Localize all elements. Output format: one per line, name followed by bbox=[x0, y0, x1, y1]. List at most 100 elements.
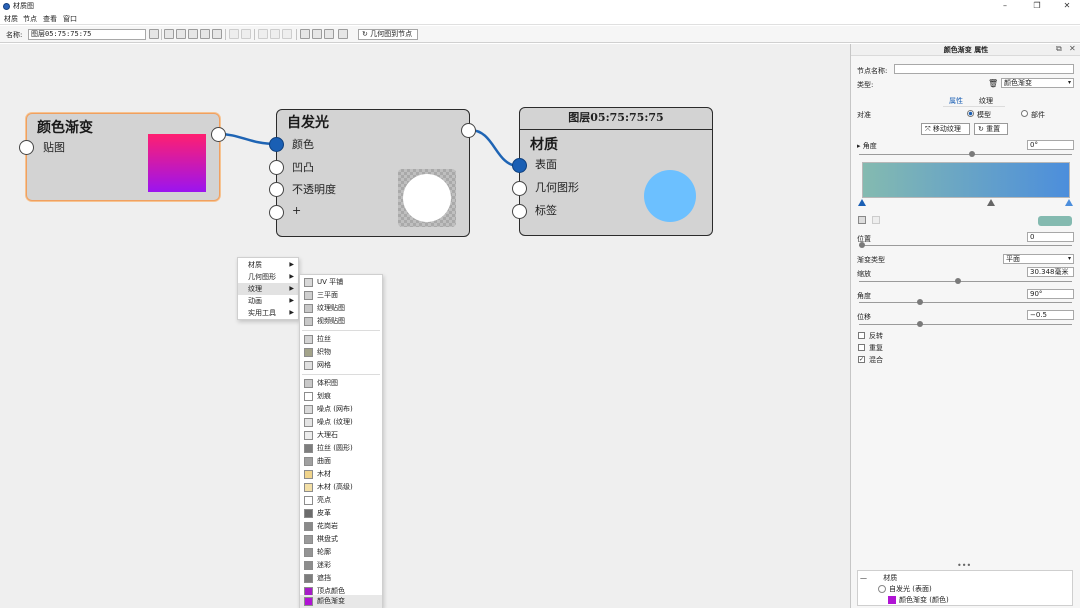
reset-button[interactable]: ↻ 重置 bbox=[974, 123, 1008, 135]
minimize-button[interactable]: – bbox=[990, 0, 1020, 13]
submenu-item[interactable]: 大理石 bbox=[300, 429, 382, 442]
frame-icon[interactable] bbox=[324, 29, 334, 39]
delete-icon[interactable]: 🗑 bbox=[988, 79, 998, 88]
submenu-item[interactable]: 网格 bbox=[300, 359, 382, 372]
menu-window[interactable]: 窗口 bbox=[63, 14, 77, 24]
ctx-item-material[interactable]: 材质 ▶ bbox=[238, 259, 298, 271]
slider-knob[interactable] bbox=[955, 278, 961, 284]
submenu-item[interactable]: 纹理贴图 bbox=[300, 302, 382, 315]
align-icon[interactable] bbox=[200, 29, 210, 39]
submenu-item[interactable]: 拉丝 (圆形) bbox=[300, 442, 382, 455]
close-panel-icon[interactable]: ✕ bbox=[1069, 44, 1076, 53]
input-port-geometry[interactable] bbox=[512, 181, 527, 196]
input-port-surface[interactable] bbox=[512, 158, 527, 173]
ctx-item-geometry[interactable]: 几何图形 ▶ bbox=[238, 271, 298, 283]
ctx-item-texture[interactable]: 纹理 ▶ bbox=[238, 283, 298, 295]
output-port[interactable] bbox=[461, 123, 476, 138]
slider-knob[interactable] bbox=[969, 151, 975, 157]
submenu-item[interactable]: 噪点 (纹理) bbox=[300, 416, 382, 429]
input-port-opacity[interactable] bbox=[269, 182, 284, 197]
layout-icon[interactable] bbox=[300, 29, 310, 39]
angle2-slider[interactable] bbox=[859, 299, 1072, 305]
submenu-item[interactable]: 划痕 bbox=[300, 390, 382, 403]
paste-icon[interactable] bbox=[241, 29, 251, 39]
type-select[interactable]: 颜色渐变 ▾ bbox=[1001, 78, 1074, 88]
gradient-stop-start[interactable] bbox=[858, 199, 866, 206]
angle-input[interactable]: 0° bbox=[1027, 140, 1074, 150]
connect-icon[interactable] bbox=[338, 29, 348, 39]
tree-row-gradient[interactable]: 颜色渐变 (颜色) bbox=[888, 595, 949, 605]
submenu-item-color-gradient[interactable]: 颜色渐变 bbox=[300, 595, 382, 608]
input-port-color[interactable] bbox=[269, 137, 284, 152]
move-texture-button[interactable]: ⤧ 移动纹理 bbox=[921, 123, 970, 135]
submenu-item[interactable]: 体积图 bbox=[300, 377, 382, 390]
sphere-preview-icon[interactable] bbox=[164, 29, 174, 39]
duplicate-icon[interactable] bbox=[282, 29, 292, 39]
offset-slider[interactable] bbox=[859, 321, 1072, 327]
submenu-item[interactable]: UV 平铺 bbox=[300, 276, 382, 289]
fit-icon[interactable] bbox=[312, 29, 322, 39]
mapping-radio-part[interactable] bbox=[1021, 110, 1028, 117]
tree-row-emission[interactable]: 自发光 (表面) bbox=[878, 584, 932, 594]
angle2-input[interactable]: 90° bbox=[1027, 289, 1074, 299]
remove-stop-icon[interactable] bbox=[872, 216, 880, 224]
slider-knob[interactable] bbox=[917, 321, 923, 327]
input-port-texture[interactable] bbox=[19, 140, 34, 155]
maximize-button[interactable]: ❐ bbox=[1022, 0, 1052, 13]
gradient-stop-end[interactable] bbox=[1065, 199, 1073, 206]
submenu-item[interactable]: 木材 bbox=[300, 468, 382, 481]
lock-icon[interactable] bbox=[212, 29, 222, 39]
submenu-item[interactable]: 木材 (高级) bbox=[300, 481, 382, 494]
submenu-item[interactable]: 曲面 bbox=[300, 455, 382, 468]
slider-knob[interactable] bbox=[917, 299, 923, 305]
tree-row-material[interactable]: — 材质 bbox=[860, 573, 897, 583]
input-port-bump[interactable] bbox=[269, 160, 284, 175]
gradient-midpoint-handle[interactable] bbox=[987, 199, 995, 206]
submenu-item[interactable]: 亮点 bbox=[300, 494, 382, 507]
menu-material[interactable]: 材质 bbox=[4, 14, 18, 24]
copy-icon[interactable] bbox=[229, 29, 239, 39]
tab-texture[interactable]: 纹理 bbox=[979, 96, 993, 106]
submenu-item[interactable]: 视频贴图 bbox=[300, 315, 382, 328]
node-canvas[interactable]: 颜色渐变 贴图 自发光 颜色 凹凸 不透明度 + 图层05:75:75:75 材… bbox=[0, 44, 850, 608]
mapping-radio-model[interactable] bbox=[967, 110, 974, 117]
name-input[interactable]: 图层05:75:75:75 bbox=[28, 29, 146, 40]
node-name-input[interactable] bbox=[894, 64, 1074, 74]
output-port[interactable] bbox=[211, 127, 226, 142]
node-color-gradient[interactable]: 颜色渐变 贴图 bbox=[19, 113, 226, 201]
input-port-add[interactable] bbox=[269, 205, 284, 220]
repeat-checkbox[interactable] bbox=[858, 344, 865, 351]
ctx-item-utilities[interactable]: 实用工具 ▶ bbox=[238, 307, 298, 319]
submenu-item[interactable]: 噪点 (网布) bbox=[300, 403, 382, 416]
submenu-item[interactable]: 织物 bbox=[300, 346, 382, 359]
plane-preview-icon[interactable] bbox=[176, 29, 186, 39]
submenu-item[interactable]: 遮挡 bbox=[300, 572, 382, 585]
gradient-type-select[interactable]: 平面 ▾ bbox=[1003, 254, 1074, 264]
submenu-item[interactable]: 迷彩 bbox=[300, 559, 382, 572]
save-icon[interactable] bbox=[149, 29, 159, 39]
submenu-item[interactable]: 拉丝 bbox=[300, 333, 382, 346]
slider-knob[interactable] bbox=[859, 242, 865, 248]
submenu-item[interactable]: 轮廓 bbox=[300, 546, 382, 559]
add-stop-icon[interactable] bbox=[858, 216, 866, 224]
submenu-item[interactable]: 皮革 bbox=[300, 507, 382, 520]
node-material[interactable]: 图层05:75:75:75 材质 表面 几何图形 标签 bbox=[512, 107, 713, 236]
float-panel-icon[interactable]: ⧉ bbox=[1056, 44, 1062, 54]
submenu-item[interactable]: 花岗岩 bbox=[300, 520, 382, 533]
angle-slider[interactable] bbox=[859, 151, 1072, 157]
target-icon[interactable] bbox=[188, 29, 198, 39]
submenu-item[interactable]: 三平面 bbox=[300, 289, 382, 302]
offset-input[interactable]: −0.5 bbox=[1027, 310, 1074, 320]
geometry-to-node-button[interactable]: ↻ 几何图到节点 bbox=[358, 29, 418, 40]
menu-node[interactable]: 节点 bbox=[23, 14, 37, 24]
stop-color-swatch[interactable] bbox=[1038, 216, 1072, 226]
gradient-editor-bar[interactable] bbox=[862, 162, 1070, 198]
splitter-handle[interactable]: ••• bbox=[957, 561, 971, 570]
invert-checkbox[interactable] bbox=[858, 332, 865, 339]
close-button[interactable]: ✕ bbox=[1052, 0, 1080, 13]
blend-checkbox[interactable]: ✓ bbox=[858, 356, 865, 363]
ctx-item-animation[interactable]: 动画 ▶ bbox=[238, 295, 298, 307]
position-input[interactable]: 0 bbox=[1027, 232, 1074, 242]
ungroup-icon[interactable] bbox=[270, 29, 280, 39]
scale-input[interactable]: 30.348毫米 bbox=[1027, 267, 1074, 277]
